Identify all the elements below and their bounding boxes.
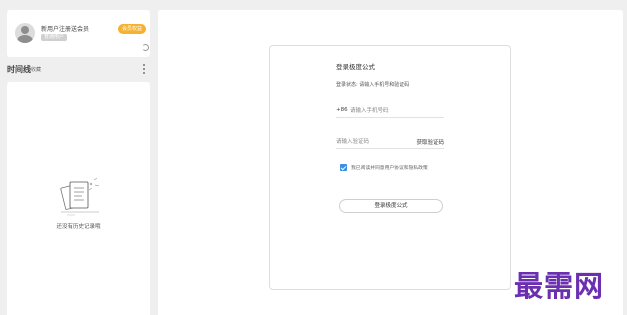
timeline-panel: 还没有历史记录哦 <box>7 82 150 315</box>
login-card: 登录极度公式 登录状态: 请输入手机号和验证码 +86 获取验证码 我已阅读并同… <box>269 45 511 290</box>
login-title: 登录极度公式 <box>336 63 375 71</box>
timeline-favorites-tab[interactable]: 收藏 <box>31 66 41 73</box>
promo-text[interactable]: 新用户注册送会员 <box>41 24 89 33</box>
avatar[interactable] <box>15 23 35 43</box>
more-vertical-icon[interactable] <box>142 63 146 75</box>
agreement-checkbox[interactable] <box>340 164 347 171</box>
watermark-logo: 最需网 <box>514 269 605 303</box>
phone-input[interactable] <box>350 105 442 116</box>
agreement-row: 我已阅读并同意用户协议和隐私政策 <box>340 163 428 172</box>
empty-history-text: 还没有历史记录哦 <box>56 224 101 230</box>
timeline-header: 时间线 收藏 <box>7 62 150 78</box>
user-level-tag: 普通用户 <box>41 34 68 41</box>
verification-code-input[interactable] <box>336 136 402 147</box>
phone-field: +86 <box>336 104 444 118</box>
get-code-button[interactable]: 获取验证码 <box>416 138 444 146</box>
login-subtitle: 登录状态: 请输入手机号和验证码 <box>336 82 410 88</box>
login-button[interactable]: 登录极度公式 <box>339 199 443 213</box>
timeline-title[interactable]: 时间线 <box>7 64 31 75</box>
agreement-text[interactable]: 我已阅读并同意用户协议和隐私政策 <box>351 164 428 171</box>
verification-code-field: 获取验证码 <box>336 135 444 149</box>
country-code-select[interactable]: +86 <box>336 107 348 113</box>
user-card: 新用户注册送会员 普通用户 会员权益 <box>7 10 150 57</box>
vip-badge[interactable]: 会员权益 <box>118 24 147 34</box>
refresh-icon[interactable] <box>142 44 149 51</box>
empty-history-illustration-icon <box>60 177 100 216</box>
